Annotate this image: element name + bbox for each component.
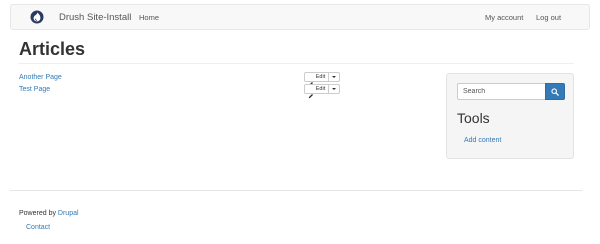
drupal-link[interactable]: Drupal [58, 210, 79, 217]
article-edit-button-group: Edit [304, 72, 340, 87]
page: Drush Site-Install Home My account Log o… [0, 0, 600, 244]
sidebar: Tools Add content [446, 73, 574, 159]
caret-down-icon [332, 88, 336, 90]
footer-contact-link[interactable]: Contact [26, 223, 50, 232]
tools-heading: Tools [457, 110, 490, 126]
edit-button[interactable]: Edit [304, 72, 329, 87]
edit-dropdown-toggle[interactable] [329, 72, 340, 82]
search-button[interactable] [545, 83, 565, 100]
drupal-drop-icon[interactable] [30, 10, 44, 24]
article-link-test-page[interactable]: Test Page [19, 85, 50, 94]
edit-dropdown-toggle[interactable] [329, 84, 340, 94]
article-link-another-page[interactable]: Another Page [19, 73, 62, 82]
powered-by-prefix: Powered by [19, 210, 56, 217]
nav-home-link[interactable]: Home [139, 13, 159, 23]
search-input[interactable] [457, 83, 546, 100]
pencil-icon [308, 86, 314, 99]
edit-button-label: Edit [315, 86, 326, 92]
page-title: Articles [19, 39, 86, 59]
title-divider [19, 63, 574, 64]
article-edit-button-group: Edit [304, 84, 340, 99]
navbar: Drush Site-Install Home My account Log o… [10, 4, 590, 30]
site-name-link[interactable]: Drush Site-Install [59, 12, 131, 24]
edit-button-label: Edit [315, 74, 326, 80]
search-icon [551, 87, 559, 96]
footer-divider [10, 190, 582, 191]
pencil-icon [308, 74, 314, 87]
nav-my-account-link[interactable]: My account [485, 13, 523, 23]
powered-by-text: Powered by Drupal [19, 209, 79, 218]
nav-log-out-link[interactable]: Log out [536, 13, 561, 23]
caret-down-icon [332, 76, 336, 78]
edit-button[interactable]: Edit [304, 84, 329, 99]
add-content-link[interactable]: Add content [464, 136, 501, 145]
